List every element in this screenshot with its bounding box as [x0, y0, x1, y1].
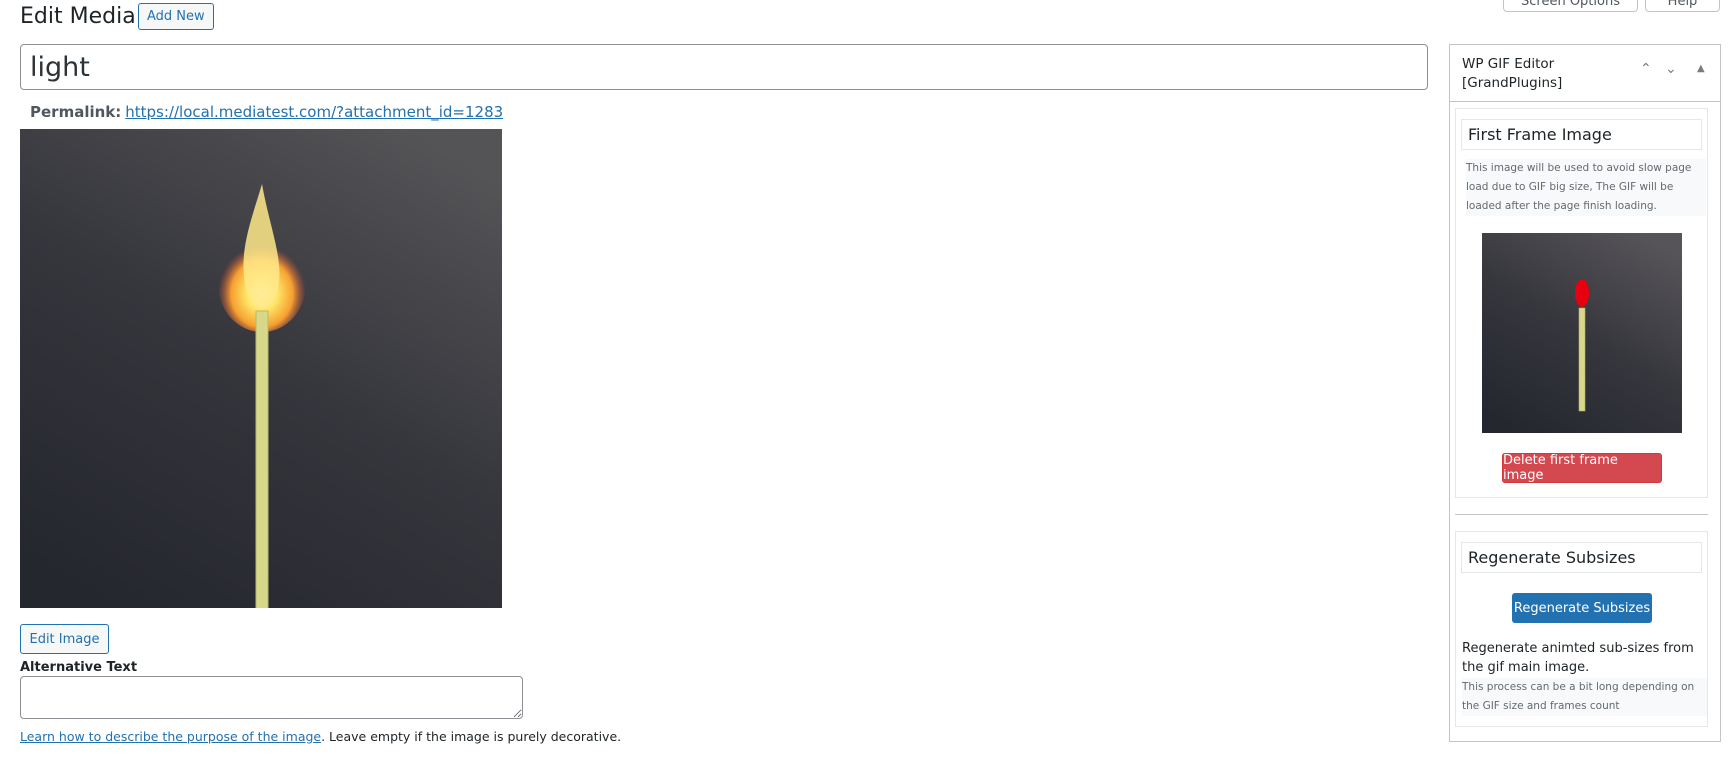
- alt-text-help: Learn how to describe the purpose of the…: [20, 729, 621, 744]
- permalink-link[interactable]: https://local.mediatest.com/?attachment_…: [125, 103, 503, 121]
- regenerate-desc: Regenerate animted sub-sizes from the gi…: [1462, 641, 1694, 675]
- alt-text-input[interactable]: [20, 676, 523, 719]
- panel-title: WP GIF Editor [GrandPlugins]: [1462, 55, 1562, 93]
- screen-options-button[interactable]: Screen Options: [1503, 0, 1638, 12]
- gif-editor-panel: WP GIF Editor [GrandPlugins] ⌃ ⌄ ▲ First …: [1449, 44, 1721, 742]
- title-input[interactable]: light: [20, 44, 1428, 90]
- chevron-down-icon[interactable]: ⌄: [1665, 61, 1677, 77]
- media-image: [20, 129, 502, 608]
- panel-title-line1: WP GIF Editor: [1462, 56, 1555, 72]
- regenerate-section: Regenerate Subsizes Regenerate Subsizes …: [1455, 531, 1708, 727]
- chevron-up-icon[interactable]: ⌃: [1640, 61, 1652, 77]
- panel-title-line2: [GrandPlugins]: [1462, 75, 1563, 91]
- first-frame-section: First Frame Image This image will be use…: [1455, 108, 1708, 498]
- regenerate-note: This process can be a bit long depending…: [1462, 678, 1707, 716]
- help-button[interactable]: Help: [1645, 0, 1720, 12]
- help-label: Help: [1667, 0, 1698, 9]
- divider: [1455, 514, 1708, 515]
- panel-header: WP GIF Editor [GrandPlugins] ⌃ ⌄ ▲: [1450, 45, 1720, 102]
- regenerate-subsizes-button[interactable]: Regenerate Subsizes: [1512, 593, 1652, 623]
- delete-first-frame-button[interactable]: Delete first frame image: [1502, 453, 1662, 483]
- alt-text-label: Alternative Text: [20, 660, 138, 675]
- first-frame-thumbnail: [1482, 233, 1682, 433]
- screen-options-label: Screen Options: [1521, 0, 1620, 9]
- add-new-button[interactable]: Add New: [138, 3, 214, 30]
- alt-help-suffix: . Leave empty if the image is purely dec…: [321, 729, 622, 744]
- learn-alt-link[interactable]: Learn how to describe the purpose of the…: [20, 729, 321, 744]
- page-title: Edit Media: [20, 4, 136, 29]
- permalink: Permalink: https://local.mediatest.com/?a…: [30, 103, 503, 121]
- permalink-label: Permalink:: [30, 103, 122, 121]
- edit-image-button[interactable]: Edit Image: [20, 624, 109, 654]
- first-frame-desc: This image will be used to avoid slow pa…: [1466, 159, 1706, 216]
- regenerate-title: Regenerate Subsizes: [1461, 542, 1702, 573]
- collapse-triangle-icon[interactable]: ▲: [1697, 63, 1705, 74]
- first-frame-title: First Frame Image: [1461, 119, 1702, 150]
